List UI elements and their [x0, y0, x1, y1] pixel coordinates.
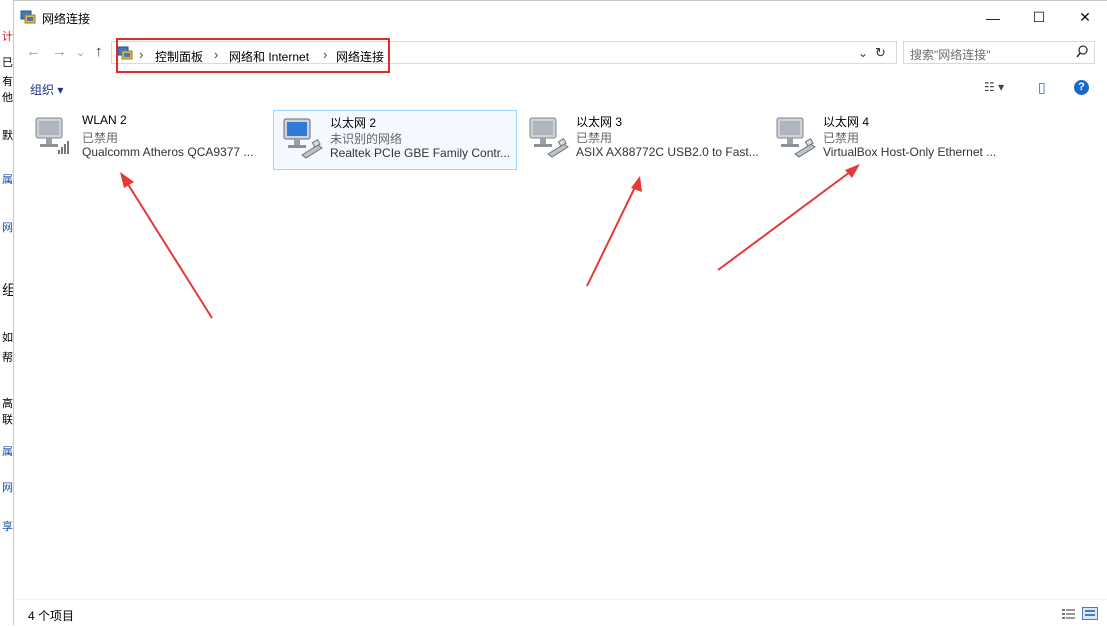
- details-view-icon[interactable]: [1062, 608, 1076, 620]
- adapter-name: 以太网 3: [576, 115, 623, 129]
- forward-button[interactable]: →: [52, 43, 67, 60]
- sliver-char: 帮: [2, 352, 13, 364]
- adapter-tile-wlan2[interactable]: WLAN 2 已禁用 Qualcomm Atheros QCA9377 ...: [26, 110, 270, 170]
- sliver-char: 如: [2, 332, 13, 344]
- background-window-sliver: 计 已 有 他 默 属 网 组 如 帮 高 联 属 网 享: [0, 0, 16, 625]
- sliver-char: 高: [2, 398, 13, 410]
- sliver-char: 属: [2, 446, 13, 458]
- search-placeholder: 搜索"网络连接": [910, 48, 991, 62]
- tiles-view-icon[interactable]: [1082, 607, 1098, 620]
- wireless-adapter-icon: [35, 117, 69, 154]
- adapter-status: 已禁用: [82, 131, 119, 145]
- adapter-name: WLAN 2: [82, 113, 127, 127]
- minimize-button[interactable]: —: [970, 1, 1016, 34]
- sliver-char: 联: [2, 414, 13, 426]
- command-bar: 组织 ▾ ☷ ▾ ▯ ?: [14, 73, 1107, 103]
- sliver-char: 网: [2, 222, 13, 234]
- close-button[interactable]: ✕: [1062, 1, 1107, 34]
- address-row: ← → ⌄ ↑ › 控制面板 › 网络和 Internet › 网络连接 ⌄ ↻…: [14, 38, 1107, 73]
- adapter-list: WLAN 2 已禁用 Qualcomm Atheros QCA9377 ... …: [14, 103, 1107, 596]
- status-bar: 4 个项目: [14, 599, 1107, 627]
- window-title: 网络连接: [42, 12, 91, 26]
- item-count: 4 个项目: [28, 609, 75, 623]
- address-dropdown-button[interactable]: ⌄: [858, 46, 868, 60]
- ethernet-adapter-icon: [529, 117, 569, 158]
- change-view-button[interactable]: ☷ ▾: [984, 80, 1004, 94]
- sliver-char: 网: [2, 482, 13, 494]
- sliver-char: 享: [2, 521, 13, 533]
- explorer-window: 网络连接 — ☐ ✕ ← → ⌄ ↑ › 控制面板 › 网络和 Internet…: [13, 0, 1107, 625]
- back-button[interactable]: ←: [26, 43, 41, 60]
- help-button[interactable]: ?: [1074, 80, 1089, 95]
- organize-menu[interactable]: 组织 ▾: [30, 81, 63, 98]
- adapter-name: 以太网 4: [823, 115, 870, 129]
- adapter-status: 已禁用: [823, 131, 860, 145]
- title-bar[interactable]: 网络连接 — ☐ ✕: [14, 1, 1107, 34]
- network-connections-icon: [20, 10, 36, 24]
- adapter-device: Qualcomm Atheros QCA9377 ...: [82, 145, 254, 159]
- ethernet-adapter-icon: [283, 118, 323, 159]
- search-input[interactable]: 搜索"网络连接": [903, 41, 1095, 64]
- recent-locations-button[interactable]: ⌄: [76, 46, 85, 59]
- ethernet-adapter-icon: [776, 117, 816, 158]
- sliver-char: 已: [2, 57, 13, 69]
- sliver-char: 他: [2, 92, 13, 104]
- sliver-char: 属: [2, 174, 13, 186]
- sliver-char: 默: [2, 130, 13, 142]
- adapter-device: Realtek PCIe GBE Family Contr...: [330, 146, 511, 160]
- search-icon[interactable]: [1076, 45, 1088, 59]
- breadcrumb-highlight-box: [116, 38, 390, 73]
- adapter-tile-ethernet3[interactable]: 以太网 3 已禁用 ASIX AX88772C USB2.0 to Fast..…: [520, 110, 764, 170]
- refresh-button[interactable]: ↻: [875, 45, 886, 61]
- adapter-device: VirtualBox Host-Only Ethernet ...: [823, 145, 997, 159]
- adapter-tile-ethernet4[interactable]: 以太网 4 已禁用 VirtualBox Host-Only Ethernet …: [767, 110, 1011, 170]
- preview-pane-button[interactable]: ▯: [1038, 79, 1046, 96]
- maximize-button[interactable]: ☐: [1016, 1, 1062, 34]
- up-button[interactable]: ↑: [95, 43, 103, 60]
- adapter-tile-ethernet2[interactable]: 以太网 2 未识别的网络 Realtek PCIe GBE Family Con…: [273, 110, 517, 170]
- adapter-status: 未识别的网络: [330, 132, 403, 146]
- sliver-char: 计: [2, 31, 13, 43]
- adapter-name: 以太网 2: [330, 116, 377, 130]
- adapter-status: 已禁用: [576, 131, 613, 145]
- sliver-char: 有: [2, 76, 13, 88]
- adapter-device: ASIX AX88772C USB2.0 to Fast...: [576, 145, 759, 159]
